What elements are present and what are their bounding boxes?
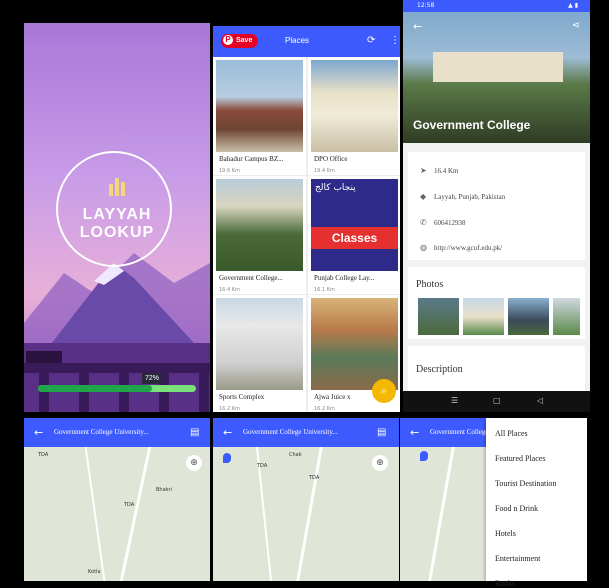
place-distance: 19.6 Km — [219, 168, 240, 174]
system-nav-bar: ☰ ▢ ◁ — [403, 391, 590, 412]
map-title: Government College University... — [54, 428, 149, 436]
place-distance: 16.2 Km — [314, 406, 335, 412]
place-image — [311, 60, 398, 152]
map-marker-icon[interactable] — [420, 451, 428, 461]
back-icon[interactable]: ← — [413, 20, 422, 33]
photo-thumb[interactable] — [553, 298, 580, 335]
pinterest-icon: P — [223, 35, 233, 46]
promo-text: Classes — [311, 227, 398, 249]
my-location-icon[interactable]: ⊕ — [372, 455, 388, 471]
place-title: Government College... — [219, 274, 283, 282]
map-app-bar: ← Government College University... ▤ — [24, 418, 210, 447]
menu-item[interactable]: Entertainment — [495, 554, 540, 563]
place-title: Punjab College Lay... — [314, 274, 375, 282]
share-icon[interactable]: ⋖ — [572, 20, 580, 31]
place-image: پنجاب کالج Classes — [311, 179, 398, 271]
refresh-icon[interactable]: ⟳ — [367, 35, 375, 46]
places-screen: P Save Places ⟳ ⋮ Bahadur Campus BZ... 19… — [213, 26, 400, 412]
menu-item[interactable]: Featured Places — [495, 454, 545, 463]
college-building-shape — [433, 52, 563, 82]
map-app-bar: ← Government College University... ▤ — [213, 418, 399, 447]
photo-thumb[interactable] — [463, 298, 504, 335]
map-title: Government College University... — [243, 428, 338, 436]
place-distance: 16.1 Km — [314, 287, 335, 293]
layers-icon[interactable]: ▤ — [377, 427, 386, 438]
home-icon[interactable]: ▢ — [493, 396, 501, 405]
place-image — [216, 60, 303, 152]
menu-item[interactable]: Tourist Destination — [495, 479, 556, 488]
splash-screen: LAYYAH LOOKUP 72% — [24, 23, 210, 412]
map-view[interactable]: Chak TDA TDA ⊕ — [213, 447, 399, 581]
photos-heading: Photos — [416, 279, 444, 290]
website-row[interactable]: ◍ http://www.gcuf.edu.pk/ — [420, 243, 502, 252]
menu-item[interactable]: All Places — [495, 429, 528, 438]
place-title: Ajwa Juice x — [314, 393, 351, 401]
back-icon[interactable]: ← — [223, 426, 232, 439]
category-menu: All Places Featured Places Tourist Destina… — [486, 418, 587, 588]
back-nav-icon[interactable]: ◁ — [537, 396, 543, 405]
place-title: DPO Office — [314, 155, 348, 163]
place-distance: 16.2 Km — [219, 406, 240, 412]
my-location-icon[interactable]: ⊕ — [186, 455, 202, 471]
building-icon — [109, 178, 125, 196]
recents-icon[interactable]: ☰ — [451, 396, 458, 405]
photo-thumb[interactable] — [508, 298, 549, 335]
progress-fill — [38, 385, 152, 392]
status-icons: ▲ ▮ — [568, 2, 578, 9]
status-time: 12:58 — [417, 2, 435, 9]
app-bar: P Save Places ⟳ ⋮ — [213, 26, 400, 57]
page-title: Places — [285, 36, 310, 45]
status-bar: 12:58 ▲ ▮ — [403, 0, 590, 12]
more-vert-icon[interactable]: ⋮ — [390, 35, 400, 46]
menu-item[interactable]: Hotels — [495, 529, 516, 538]
description-card: Description — [408, 346, 585, 391]
place-title: Bahadur Campus BZ... — [219, 155, 284, 163]
search-fab[interactable]: ⌕ — [372, 379, 396, 403]
distance-row: ➤ 16.4 Km — [420, 166, 459, 175]
place-title: Sports Complex — [219, 393, 265, 401]
place-card[interactable]: Bahadur Campus BZ... 19.6 Km — [213, 57, 306, 175]
place-card[interactable]: Sports Complex 16.2 Km — [213, 295, 306, 412]
place-title: Government College — [413, 118, 531, 132]
place-distance: 16.4 Km — [219, 287, 240, 293]
menu-item[interactable]: Food n Drink — [495, 504, 538, 513]
map-title: Government College — [430, 428, 489, 436]
hero-image: ← ⋖ Government College — [403, 12, 590, 143]
address-row: ◆ Layyah, Punjab, Pakistan — [420, 192, 506, 201]
pinterest-save-button[interactable]: P Save — [221, 34, 259, 48]
map-marker-icon[interactable] — [223, 453, 231, 463]
map-screen: ← Government College University... ▤ TDA… — [24, 418, 210, 581]
directions-icon: ◆ — [420, 192, 427, 201]
logo-title-line1: LAYYAH — [82, 206, 152, 223]
photo-thumb[interactable] — [418, 298, 459, 335]
info-card: ➤ 16.4 Km ◆ Layyah, Punjab, Pakistan ✆ 6064… — [408, 152, 585, 260]
description-heading: Description — [416, 364, 463, 375]
place-image — [216, 179, 303, 271]
back-icon[interactable]: ← — [410, 426, 419, 439]
place-card[interactable]: Government College... 16.4 Km — [213, 176, 306, 294]
back-icon[interactable]: ← — [34, 426, 43, 439]
menu-item[interactable]: Banks — [495, 579, 515, 588]
phone-icon: ✆ — [420, 218, 427, 227]
place-card[interactable]: پنجاب کالج Classes Punjab College Lay...… — [308, 176, 400, 294]
photos-card: Photos — [408, 267, 585, 339]
globe-icon: ◍ — [420, 243, 427, 252]
phone-row[interactable]: ✆ 606412938 — [420, 218, 466, 227]
place-detail-screen: 12:58 ▲ ▮ ← ⋖ Government College ➤ 16.4 K… — [403, 0, 590, 412]
place-distance: 19.4 Km — [314, 168, 335, 174]
map-view[interactable]: TDA Bhakri TDA Kotla ⊕ — [24, 447, 210, 581]
map-screen: ← Government College University... ▤ Cha… — [213, 418, 399, 581]
place-image — [311, 298, 398, 390]
layers-icon[interactable]: ▤ — [190, 427, 199, 438]
progress-label: 72% — [142, 373, 162, 384]
navigation-icon: ➤ — [420, 166, 427, 175]
promo-urdu-text: پنجاب کالج — [315, 183, 356, 193]
progress-bar — [38, 385, 196, 392]
search-icon: ⌕ — [380, 384, 388, 397]
logo-title-line2: LOOKUP — [79, 224, 155, 241]
place-image — [216, 298, 303, 390]
place-card[interactable]: DPO Office 19.4 Km — [308, 57, 400, 175]
